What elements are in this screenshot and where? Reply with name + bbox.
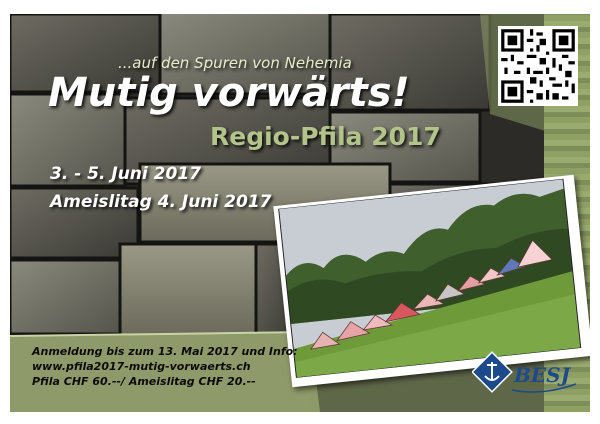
tents-meadow-image — [278, 178, 582, 379]
day-line: Ameislitag 4. Juni 2017 — [50, 192, 272, 212]
registration-text: Anmeldung bis zum 13. Mai 2017 und Info: — [32, 345, 298, 358]
besj-logo: BESJ — [471, 350, 582, 402]
qr-code-icon — [498, 26, 578, 106]
info-block: Anmeldung bis zum 13. Mai 2017 und Info:… — [32, 344, 298, 389]
flyer-card: ...auf den Spuren von Nehemia Mutig vorw… — [10, 14, 590, 412]
title: Mutig vorwärts! — [48, 70, 410, 116]
event-name: Regio-Pfila 2017 — [210, 122, 441, 151]
event-dates: 3. - 5. Juni 2017 — [50, 164, 201, 184]
logo-text: BESJ — [513, 363, 572, 387]
prices-text: Pfila CHF 60.--/ Ameislitag CHF 20.-- — [32, 375, 256, 388]
website-text: www.pfila2017-mutig-vorwaerts.ch — [32, 360, 251, 373]
